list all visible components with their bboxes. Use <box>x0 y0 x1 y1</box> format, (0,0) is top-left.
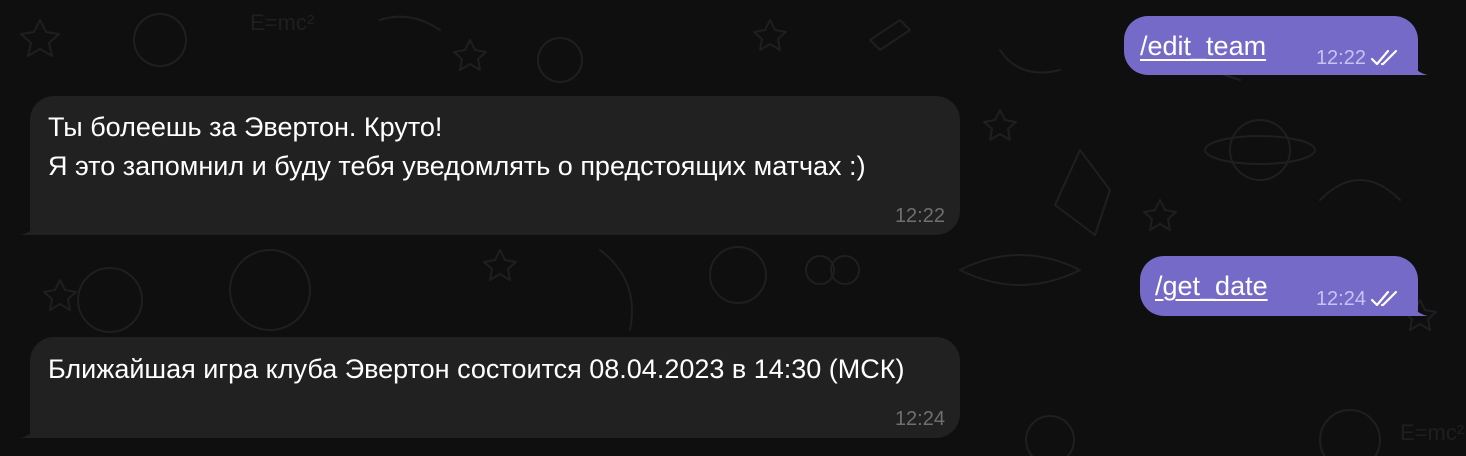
message-text: Ты болеешь за Эвертон. Круто! Я это запо… <box>48 112 866 181</box>
bubble-tail <box>1410 298 1428 316</box>
message-time: 12:24 <box>1315 288 1366 310</box>
message-time: 12:22 <box>894 205 945 227</box>
double-check-icon <box>1370 290 1398 307</box>
message-outgoing: /get_date 12:24 <box>1140 256 1428 316</box>
message-incoming: Ты болеешь за Эвертон. Круто! Я это запо… <box>20 96 960 235</box>
message-meta: 12:24 <box>1316 288 1402 310</box>
bubble-tail <box>20 217 38 235</box>
bubble-tail <box>1410 57 1428 75</box>
message-time: 12:24 <box>894 408 945 430</box>
svg-text:E=mc²: E=mc² <box>1400 420 1464 445</box>
bot-command-link[interactable]: /edit_team <box>1140 29 1266 63</box>
message-outgoing: /edit_team 12:22 <box>1124 16 1428 75</box>
message-incoming: Ближайшая игра клуба Эвертон состоится 0… <box>20 337 960 438</box>
message-time: 12:22 <box>1315 47 1366 69</box>
message-meta: 12:22 <box>895 205 945 227</box>
message-meta: 12:24 <box>895 408 945 430</box>
svg-text:E=mc²: E=mc² <box>250 10 314 35</box>
bot-command-link[interactable]: /get_date <box>1155 269 1268 303</box>
message-text: Ближайшая игра клуба Эвертон состоится 0… <box>48 354 905 384</box>
message-meta: 12:22 <box>1316 47 1402 69</box>
bubble-tail <box>20 420 38 438</box>
double-check-icon <box>1370 49 1398 66</box>
